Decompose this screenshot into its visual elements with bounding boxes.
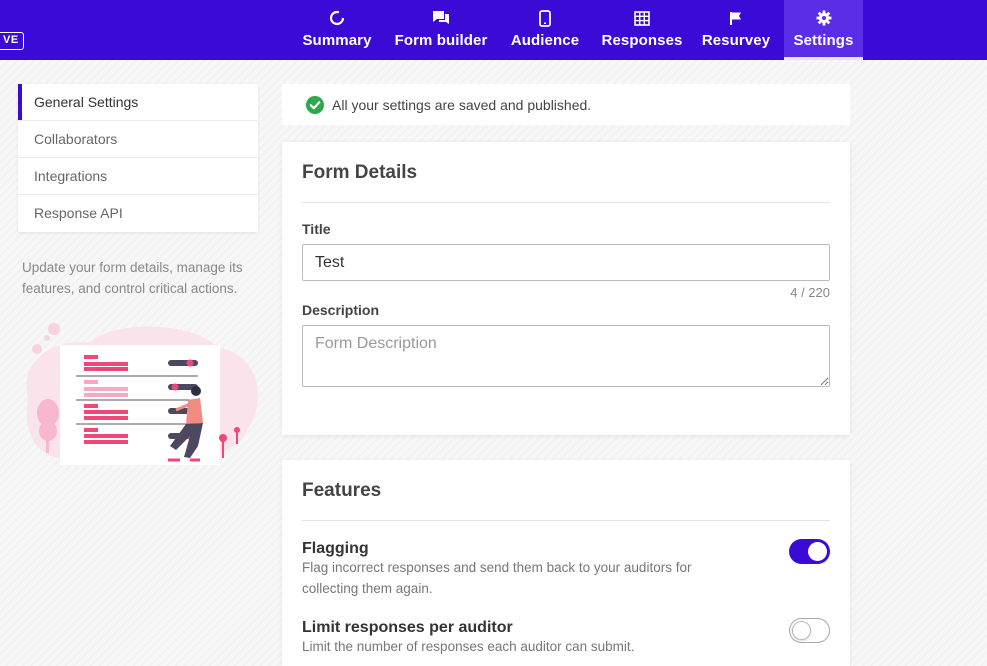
gear-icon	[815, 9, 833, 27]
limit-responses-toggle[interactable]	[789, 618, 830, 643]
sidebar-description: Update your form details, manage its fea…	[22, 260, 243, 296]
flagging-toggle[interactable]	[789, 539, 830, 564]
form-details-heading: Form Details	[302, 162, 418, 183]
description-textarea[interactable]	[302, 325, 830, 387]
feature-flagging-title: Flagging	[302, 540, 369, 557]
sidebar-item-collaborators[interactable]: Collaborators	[18, 121, 258, 158]
tab-resurvey[interactable]: Resurvey	[698, 0, 774, 60]
tab-summary-label: Summary	[302, 32, 372, 49]
settings-illustration	[26, 323, 259, 465]
pie-chart-icon	[328, 9, 346, 27]
sidebar-item-general-settings[interactable]: General Settings	[18, 84, 258, 121]
tab-audience[interactable]: Audience	[504, 0, 586, 60]
saved-status-text: All your settings are saved and publishe…	[332, 96, 592, 113]
sidebar-item-response-api[interactable]: Response API	[18, 195, 258, 232]
chat-bubbles-icon	[432, 9, 450, 27]
mobile-phone-icon	[536, 9, 554, 27]
tab-audience-label: Audience	[510, 32, 580, 49]
features-heading: Features	[302, 480, 382, 501]
title-char-count: 4 / 220	[790, 285, 830, 300]
tab-resurvey-label: Resurvey	[701, 32, 771, 49]
tab-responses[interactable]: Responses	[598, 0, 686, 60]
live-badge: VE	[0, 32, 24, 50]
tab-settings[interactable]: Settings	[784, 0, 863, 60]
top-nav-bar: VE Summary Form builder Audience Respons…	[0, 0, 987, 60]
settings-sidebar-menu: General Settings Collaborators Integrati…	[18, 84, 258, 232]
toggle-knob	[808, 542, 827, 561]
toggle-knob	[792, 621, 811, 640]
sidebar-item-integrations[interactable]: Integrations	[18, 158, 258, 195]
divider	[302, 520, 830, 521]
feature-limit-responses-description: Limit the number of responses each audit…	[302, 639, 635, 654]
check-circle-icon	[306, 95, 324, 114]
tab-responses-label: Responses	[601, 32, 683, 49]
saved-status-bar: All your settings are saved and publishe…	[282, 84, 850, 125]
flag-icon	[727, 9, 745, 27]
tab-settings-label: Settings	[793, 32, 854, 49]
table-grid-icon	[633, 9, 651, 27]
feature-flagging-description: Flag incorrect responses and send them b…	[302, 560, 692, 596]
title-label: Title	[302, 221, 331, 237]
tab-summary[interactable]: Summary	[296, 0, 378, 60]
description-label: Description	[302, 302, 380, 318]
tab-form-builder-label: Form builder	[394, 32, 488, 49]
divider	[302, 202, 830, 203]
form-details-card: Form Details Title 4 / 220 Description	[282, 142, 850, 435]
tab-form-builder[interactable]: Form builder	[390, 0, 492, 60]
features-card: Features Flagging Flag incorrect respons…	[282, 460, 850, 666]
feature-limit-responses-title: Limit responses per auditor	[302, 619, 513, 636]
title-input[interactable]	[302, 244, 830, 281]
